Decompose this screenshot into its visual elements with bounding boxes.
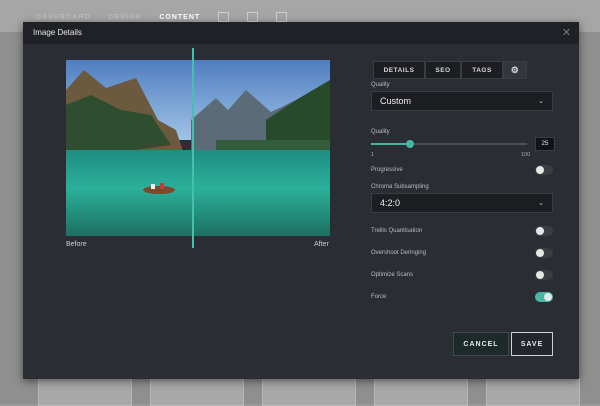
optimize-scans-row: Optimize Scans [371,267,553,283]
nav-content: CONTENT [159,13,201,21]
tab-seo[interactable]: SEO [425,61,461,79]
before-after-divider-handle[interactable] [192,48,194,248]
close-icon[interactable]: ✕ [562,26,571,39]
modal-header: Image Details ✕ [23,22,579,44]
force-row: Force [371,289,553,305]
settings-panel: Quality Custom ⌄ Quality 1 100 25 Progre… [371,82,555,305]
optimize-scans-toggle[interactable] [535,270,553,280]
after-label: After [314,241,329,248]
slider-fill [371,143,410,145]
overshoot-row: Overshoot Deringing [371,245,553,261]
toggle-knob [536,166,544,174]
nav-icon-3 [276,12,288,22]
quality-preset-label: Quality [371,82,390,88]
overshoot-toggle[interactable] [535,248,553,258]
toggle-knob [544,293,552,301]
tab-tags[interactable]: TAGS [461,61,503,79]
progressive-label: Progressive [371,167,403,173]
progressive-row: Progressive [371,162,553,178]
trellis-toggle[interactable] [535,226,553,236]
force-label: Force [371,294,387,300]
background-thumbnails [38,378,580,406]
gear-icon: ⚙ [510,64,520,75]
optimize-scans-label: Optimize Scans [371,272,414,278]
chroma-subsampling-label: Chroma Subsampling [371,184,429,190]
slider-max: 100 [521,152,531,158]
modal-title: Image Details [33,28,82,37]
details-tabs: DETAILS SEO TAGS ⚙ [373,61,527,79]
cancel-button[interactable]: CANCEL [453,332,509,356]
preview-water [66,150,330,236]
trellis-label: Trellis Quantisation [371,228,423,234]
nav-icon-1 [218,12,230,22]
image-preview [66,60,330,236]
slider-min: 1 [371,152,375,158]
chroma-subsampling-value: 4:2:0 [380,198,401,208]
chevron-down-icon: ⌄ [538,200,544,207]
trellis-row: Trellis Quantisation [371,223,553,239]
quality-value-input[interactable]: 25 [535,137,555,151]
tab-details[interactable]: DETAILS [373,61,425,79]
progressive-toggle[interactable] [535,165,553,175]
nav-dashboard: DASHBOARD [36,13,91,21]
background-nav: DASHBOARD DESIGN CONTENT [36,12,288,22]
overshoot-label: Overshoot Deringing [371,250,427,256]
quality-slider[interactable]: 1 100 25 [371,137,555,159]
toggle-knob [536,227,544,235]
quality-preset-select[interactable]: Custom ⌄ [371,91,553,111]
thumbnail [262,378,356,406]
boat [143,183,175,194]
slider-handle[interactable] [406,140,414,148]
nav-icon-2 [247,12,259,22]
quality-slider-label: Quality [371,129,390,135]
thumbnail [150,378,244,406]
thumbnail [38,378,132,406]
preview-mountains [66,70,330,160]
save-button[interactable]: SAVE [511,332,553,356]
nav-design: DESIGN [108,13,142,21]
quality-preset-value: Custom [380,96,412,106]
image-details-modal: Image Details ✕ Before After DETAILS SEO… [23,22,579,379]
thumbnail [374,378,468,406]
force-toggle[interactable] [535,292,553,302]
toggle-knob [536,249,544,257]
toggle-knob [536,271,544,279]
thumbnail [486,378,580,406]
chevron-down-icon: ⌄ [538,98,544,105]
before-label: Before [66,241,87,248]
tab-settings[interactable]: ⚙ [503,61,527,79]
chroma-subsampling-select[interactable]: 4:2:0 ⌄ [371,193,553,213]
